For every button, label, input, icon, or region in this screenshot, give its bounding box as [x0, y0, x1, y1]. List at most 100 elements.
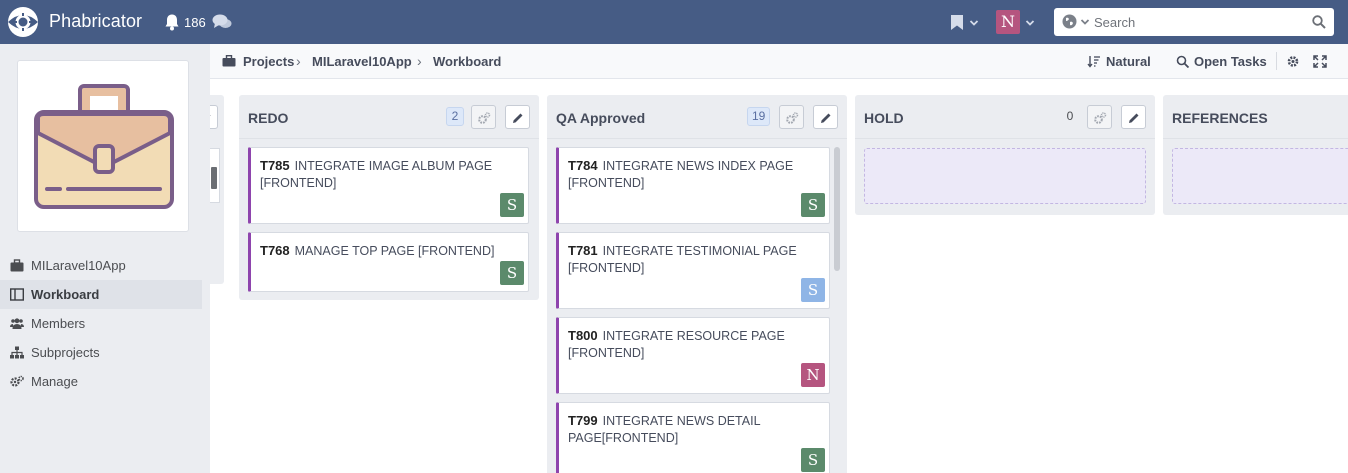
sitemap-icon [10, 346, 24, 359]
top-bar: Phabricator 186 N [0, 0, 1348, 44]
globe-icon[interactable] [1062, 14, 1077, 29]
card-partial[interactable] [210, 148, 220, 203]
sidebar-nav: MILaravel10App Workboard Members Subproj… [0, 251, 210, 396]
sidebar-item-members[interactable]: Members [0, 309, 202, 338]
column-settings-button[interactable] [471, 105, 496, 129]
task-title[interactable]: INTEGRATE NEWS INDEX PAGE [FRONTEND] [568, 159, 793, 190]
breadcrumb-projects[interactable]: Projects [243, 54, 294, 69]
briefcase-icon [10, 259, 24, 272]
bell-icon[interactable] [163, 13, 181, 31]
fullscreen-icon[interactable] [1313, 55, 1327, 68]
column-redo: REDO 2 T785 INTEGRATE IMAGE ALBUM PAGE [F… [239, 95, 539, 300]
task-title[interactable]: MANAGE TOP PAGE [FRONTEND] [295, 244, 495, 258]
phabricator-logo-icon[interactable] [5, 5, 41, 39]
card-text: T799 INTEGRATE NEWS DETAIL PAGE[FRONTEND] [568, 412, 817, 447]
assignee-avatar[interactable]: S [801, 278, 825, 302]
task-id[interactable]: T799 [568, 413, 598, 428]
column-qa-approved: QA Approved 19 T784 INTEGRATE NEWS INDEX … [547, 95, 847, 473]
assignee-avatar[interactable]: S [801, 193, 825, 217]
sidebar-item-manage[interactable]: Manage [0, 367, 202, 396]
edit-column-button[interactable] [505, 105, 530, 129]
columns-icon [10, 288, 24, 301]
pencil-icon [1129, 113, 1139, 123]
gears-icon [478, 112, 491, 124]
task-title[interactable]: INTEGRATE RESOURCE PAGE [FRONTEND] [568, 329, 785, 360]
sort-button[interactable]: Natural [1106, 54, 1151, 69]
card-text: T800 INTEGRATE RESOURCE PAGE [FRONTEND] [568, 327, 817, 362]
filter-button[interactable]: Open Tasks [1194, 54, 1267, 69]
column-hold: HOLD 0 [855, 95, 1155, 215]
edit-column-button[interactable] [210, 105, 218, 129]
column-title: REFERENCES [1172, 110, 1268, 126]
sidebar-item-project[interactable]: MILaravel10App [0, 251, 202, 280]
task-card[interactable]: T781 INTEGRATE TESTIMONIAL PAGE [FRONTEND… [556, 232, 830, 309]
avatar [211, 167, 217, 189]
chat-icon[interactable] [212, 13, 232, 31]
column-settings-button[interactable] [779, 105, 804, 129]
breadcrumb-workboard[interactable]: Workboard [433, 54, 501, 69]
search-icon[interactable] [1176, 55, 1190, 68]
chevron-down-icon[interactable] [1025, 18, 1035, 28]
task-card[interactable]: T800 INTEGRATE RESOURCE PAGE [FRONTEND] N [556, 317, 830, 394]
task-card[interactable]: T768 MANAGE TOP PAGE [FRONTEND] S [248, 232, 529, 292]
briefcase-project-image [34, 84, 174, 209]
column-count-badge: 2 [446, 107, 464, 126]
column-settings-button[interactable] [1087, 105, 1112, 129]
column-references: REFERENCES [1163, 95, 1348, 215]
card-text: T781 INTEGRATE TESTIMONIAL PAGE [FRONTEND… [568, 242, 817, 277]
gears-icon [786, 112, 799, 124]
sort-icon[interactable] [1087, 55, 1101, 68]
pencil-icon [513, 113, 523, 123]
task-card[interactable]: T784 INTEGRATE NEWS INDEX PAGE [FRONTEND]… [556, 147, 830, 224]
column-count-badge: 0 [1066, 109, 1074, 123]
empty-drop-zone[interactable] [1172, 148, 1348, 204]
card-text: T784 INTEGRATE NEWS INDEX PAGE [FRONTEND] [568, 157, 817, 192]
task-id[interactable]: T785 [260, 158, 290, 173]
column-header: QA Approved 19 [547, 95, 847, 139]
column-scrollbar[interactable] [834, 147, 840, 271]
task-card[interactable]: T799 INTEGRATE NEWS DETAIL PAGE[FRONTEND]… [556, 402, 830, 473]
users-icon [10, 318, 24, 329]
sidebar-item-label: Manage [31, 374, 78, 389]
bookmark-icon[interactable] [950, 14, 964, 31]
task-title[interactable]: INTEGRATE TESTIMONIAL PAGE [FRONTEND] [568, 244, 797, 275]
column-title: QA Approved [556, 110, 646, 126]
sidebar: MILaravel10App Workboard Members Subproj… [0, 44, 210, 473]
column-title: HOLD [864, 110, 904, 126]
workboard: REDO 2 T785 INTEGRATE IMAGE ALBUM PAGE [F… [210, 79, 1348, 473]
gear-icon[interactable] [1286, 55, 1300, 68]
gears-icon [10, 375, 24, 387]
sidebar-item-label: MILaravel10App [31, 258, 126, 273]
assignee-avatar[interactable]: S [801, 448, 825, 472]
task-title[interactable]: INTEGRATE IMAGE ALBUM PAGE [FRONTEND] [260, 159, 492, 190]
chevron-down-icon[interactable] [1080, 17, 1090, 27]
pencil-icon [821, 113, 831, 123]
app-brand[interactable]: Phabricator [49, 11, 142, 32]
assignee-avatar[interactable]: S [500, 193, 524, 217]
breadcrumb-project[interactable]: MILaravel10App [312, 54, 412, 69]
column-header: REFERENCES [1163, 95, 1348, 139]
task-id[interactable]: T800 [568, 328, 598, 343]
search-input[interactable] [1094, 11, 1304, 33]
project-image-card[interactable] [17, 60, 189, 232]
assignee-avatar[interactable]: S [500, 261, 524, 285]
sidebar-item-subprojects[interactable]: Subprojects [0, 338, 202, 367]
chevron-down-icon[interactable] [969, 18, 979, 28]
user-avatar[interactable]: N [996, 10, 1020, 34]
search-icon[interactable] [1312, 15, 1326, 29]
task-id[interactable]: T784 [568, 158, 598, 173]
edit-column-button[interactable] [813, 105, 838, 129]
sidebar-item-label: Subprojects [31, 345, 100, 360]
task-card[interactable]: T785 INTEGRATE IMAGE ALBUM PAGE [FRONTEND… [248, 147, 529, 224]
sidebar-item-workboard[interactable]: Workboard [0, 280, 202, 309]
edit-column-button[interactable] [1121, 105, 1146, 129]
empty-drop-zone[interactable] [864, 148, 1146, 204]
breadcrumb-separator: › [417, 53, 422, 69]
column-partial [210, 95, 224, 284]
column-count-badge: 19 [747, 107, 771, 126]
task-id[interactable]: T768 [260, 243, 290, 258]
assignee-avatar[interactable]: N [801, 363, 825, 387]
task-id[interactable]: T781 [568, 243, 598, 258]
toolbar-divider [1276, 52, 1277, 70]
notification-count[interactable]: 186 [184, 15, 206, 30]
